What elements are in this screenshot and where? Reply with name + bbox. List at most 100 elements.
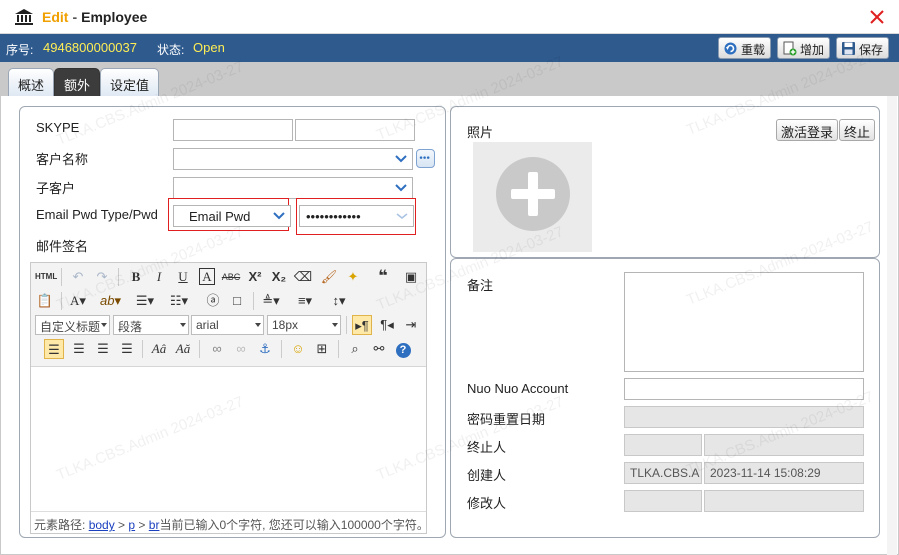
creator-user-field: TLKA.CBS.A (624, 462, 702, 484)
preview-binoculars-icon[interactable]: ⚯ (369, 339, 389, 359)
ordered-list-icon[interactable]: ☰▾ (135, 291, 155, 311)
creator-time-field: 2023-11-14 15:08:29 (704, 462, 864, 484)
row-spacing-bottom-icon[interactable]: ≡▾ (295, 291, 315, 311)
remark-textarea[interactable] (624, 272, 864, 372)
unordered-list-icon[interactable]: ☷▾ (169, 291, 189, 311)
eraser-icon[interactable]: ⌫ (293, 267, 313, 287)
ellipsis-icon (419, 156, 430, 159)
editor-toolbar: HTML ↶ ↷ B I U A ABC X² X₂ ⌫ 🖌 ✦ ❝ ▣ 📋 A… (31, 263, 426, 367)
tab-extra[interactable]: 额外 (54, 68, 101, 96)
signature-editor[interactable]: HTML ↶ ↷ B I U A ABC X² X₂ ⌫ 🖌 ✦ ❝ ▣ 📋 A… (30, 262, 427, 534)
modifier-label: 修改人 (467, 496, 507, 511)
subcustomer-label: 子客户 (36, 181, 76, 196)
skype-input-1[interactable] (173, 119, 293, 141)
dropdown-arrow-icon (180, 323, 186, 327)
indent-icon[interactable]: ⇥ (401, 315, 421, 335)
clear-document-icon[interactable]: □ (227, 291, 247, 311)
save-icon (842, 42, 855, 55)
toolbar-separator (199, 340, 200, 358)
toolbar-separator (338, 340, 339, 358)
superscript-icon[interactable]: X² (245, 267, 265, 287)
terminate-button[interactable]: 终止 (839, 119, 876, 141)
save-button[interactable]: 保存 (836, 37, 890, 59)
chevron-down-icon (273, 212, 285, 220)
toolbar-separator (281, 340, 282, 358)
reload-button[interactable]: 重载 (718, 37, 772, 59)
paste-plain-icon[interactable]: ⓐ (203, 291, 223, 311)
rtl-direction-icon[interactable]: ¶◂ (377, 315, 397, 335)
chevron-down-icon (395, 184, 407, 192)
modifier-time-field (704, 490, 864, 512)
editor-content[interactable] (31, 368, 426, 512)
align-center-icon[interactable]: ☰ (69, 339, 89, 359)
uppercase-icon[interactable]: Aâ (149, 339, 169, 359)
html-source-button[interactable]: HTML (35, 267, 57, 287)
unlink-icon[interactable]: ∞ (231, 339, 251, 359)
help-icon[interactable]: ? (393, 339, 413, 359)
format-brush-icon[interactable]: 🖌 (319, 267, 339, 287)
align-right-icon[interactable]: ☰ (93, 339, 113, 359)
link-icon[interactable]: ∞ (207, 339, 227, 359)
magic-wand-icon[interactable]: ✦ (343, 267, 363, 287)
font-border-icon[interactable]: A (197, 267, 217, 287)
skype-input-2[interactable] (295, 119, 415, 141)
photo-placeholder[interactable] (473, 142, 592, 252)
paste-icon[interactable]: 📋 (35, 291, 55, 311)
strikethrough-icon[interactable]: ABC (221, 267, 241, 287)
seq-value: 4946800000037 (43, 40, 137, 55)
close-icon[interactable] (869, 9, 885, 25)
tab-overview[interactable]: 概述 (8, 68, 55, 96)
toolbar-separator (142, 340, 143, 358)
dropdown-arrow-icon (332, 323, 338, 327)
font-family-select[interactable]: arial (191, 315, 264, 335)
align-justify-icon[interactable]: ☰ (117, 339, 137, 359)
font-color-icon[interactable]: A▾ (68, 291, 88, 311)
anchor-icon[interactable]: ⚓ (255, 339, 275, 359)
subscript-icon[interactable]: X₂ (269, 267, 289, 287)
creator-label: 创建人 (467, 468, 507, 483)
line-height-icon[interactable]: ↕▾ (329, 291, 349, 311)
email-pwd-input[interactable]: •••••••••••• (299, 205, 414, 227)
search-replace-icon[interactable]: ⌕ (345, 339, 365, 359)
fullscreen-icon[interactable]: ▣ (401, 267, 421, 287)
modifier-user-field (624, 490, 702, 512)
path-br-link[interactable]: br (149, 518, 160, 532)
scrollbar[interactable] (887, 96, 897, 555)
ltr-direction-icon[interactable]: ▸¶ (352, 315, 372, 335)
lowercase-icon[interactable]: Aă (173, 339, 193, 359)
reload-icon (724, 42, 737, 55)
customer-lookup-button[interactable] (416, 149, 435, 168)
path-p-link[interactable]: p (128, 518, 135, 532)
custom-title-select[interactable]: 自定义标题 (35, 315, 110, 335)
path-body-link[interactable]: body (89, 518, 115, 532)
emoticon-icon[interactable]: ☺ (288, 339, 308, 359)
toolbar-separator (346, 316, 347, 334)
font-size-select[interactable]: 18px (267, 315, 341, 335)
editor-status-footer: 元素路径: body > p > br当前已输入0个字符, 您还可以输入1000… (31, 511, 426, 533)
bold-icon[interactable]: B (126, 267, 146, 287)
dropdown-arrow-icon (255, 323, 261, 327)
email-pwd-label: Email Pwd Type/Pwd (36, 207, 158, 222)
terminator-label: 终止人 (467, 440, 507, 455)
status-bar: 序号: 4946800000037 状态: Open 重载 增加 保存 (0, 34, 899, 62)
customer-select[interactable] (173, 148, 413, 170)
email-pwd-type-select[interactable]: Email Pwd (173, 205, 291, 227)
remark-label: 备注 (467, 278, 494, 293)
window-title: Edit - Employee (42, 9, 148, 25)
underline-icon[interactable]: U (173, 267, 193, 287)
blockquote-icon[interactable]: ❝ (373, 267, 393, 287)
undo-icon[interactable]: ↶ (68, 267, 88, 287)
row-spacing-top-icon[interactable]: ≜▾ (261, 291, 281, 311)
paragraph-select[interactable]: 段落 (113, 315, 189, 335)
redo-icon[interactable]: ↷ (92, 267, 112, 287)
align-left-icon[interactable]: ☰ (44, 339, 64, 359)
activate-login-button[interactable]: 激活登录 (776, 119, 839, 141)
tab-settings[interactable]: 设定值 (100, 68, 160, 96)
background-color-icon[interactable]: ab▾ (100, 291, 121, 311)
add-button[interactable]: 增加 (777, 37, 831, 59)
page-break-icon[interactable]: ⊞ (312, 339, 332, 359)
nuo-account-label: Nuo Nuo Account (467, 381, 569, 396)
nuo-account-input[interactable] (624, 378, 864, 400)
subcustomer-select[interactable] (173, 177, 413, 199)
italic-icon[interactable]: I (149, 267, 169, 287)
